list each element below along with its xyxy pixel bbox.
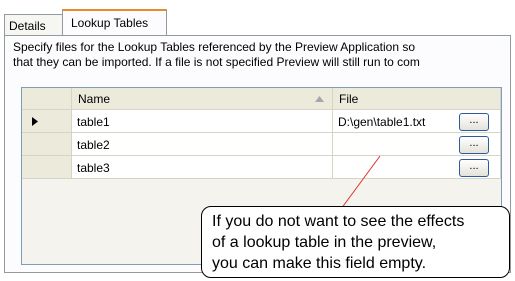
callout-line: of a lookup table in the preview, xyxy=(212,234,437,251)
callout-note: If you do not want to see the effects of… xyxy=(201,206,510,278)
callout-line: If you do not want to see the effects xyxy=(212,213,465,230)
callout-line: you can make this field empty. xyxy=(212,255,427,272)
